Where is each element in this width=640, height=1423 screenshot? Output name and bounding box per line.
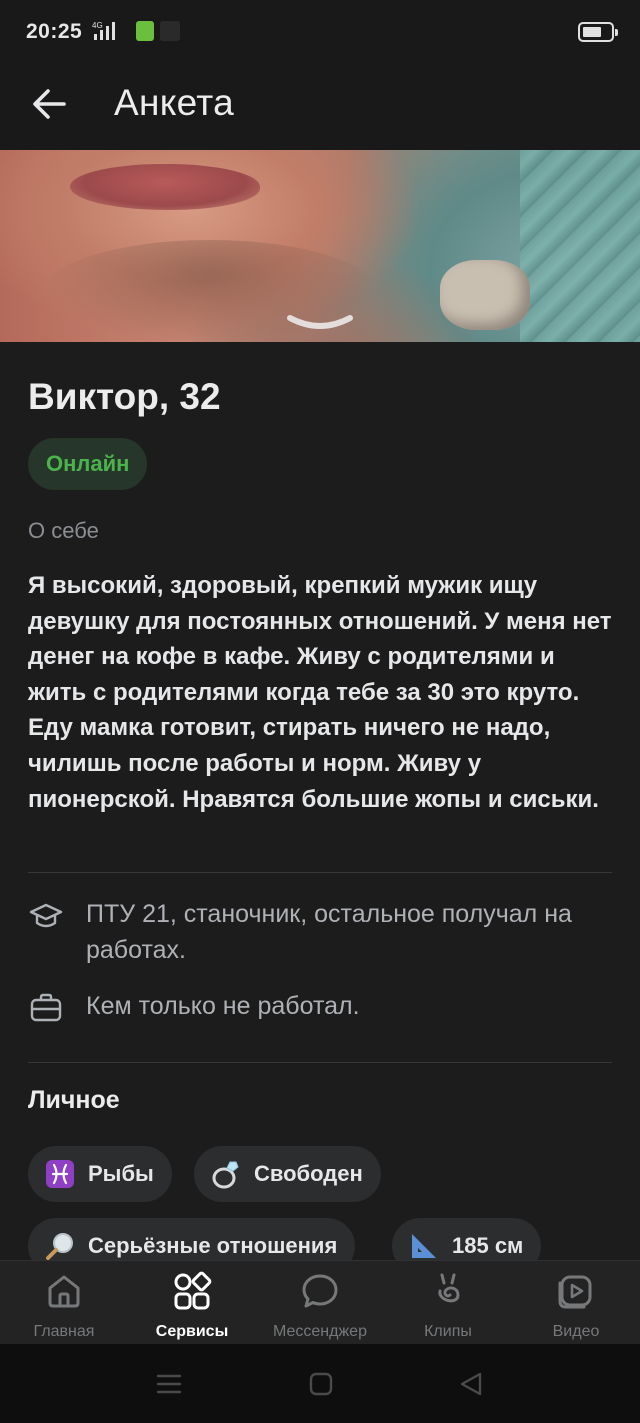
- system-navigation-bar: [0, 1344, 640, 1423]
- chip-relationship-status[interactable]: Свободен: [194, 1146, 381, 1202]
- chip-zodiac[interactable]: Рыбы: [28, 1146, 172, 1202]
- chip-looking-for[interactable]: Серьёзные отношения: [28, 1218, 356, 1260]
- education-text: ПТУ 21, станочник, остальное получал на …: [86, 900, 572, 964]
- photo-collar: [440, 260, 530, 330]
- network-type: 4G: [92, 21, 103, 30]
- magnifier-icon: [44, 1230, 76, 1260]
- home-button-icon[interactable]: [306, 1370, 336, 1398]
- about-label: О себе: [28, 518, 99, 543]
- signal-icon: 4G: [92, 21, 115, 40]
- page-title: Анкета: [114, 82, 234, 123]
- tab-home[interactable]: Главная: [0, 1261, 128, 1345]
- divider: [28, 872, 612, 873]
- tab-label: Сервисы: [155, 1323, 229, 1340]
- app-header: Анкета: [0, 64, 640, 150]
- pisces-icon: [44, 1158, 76, 1190]
- notification-app-icon: [160, 21, 180, 41]
- tab-video[interactable]: Видео: [512, 1261, 640, 1345]
- chip-label: Рыбы: [88, 1161, 154, 1186]
- graduation-cap-icon: [29, 903, 63, 928]
- tab-clips[interactable]: Клипы: [384, 1261, 512, 1345]
- tab-messenger[interactable]: Мессенджер: [256, 1261, 384, 1345]
- bottom-tab-bar: Главная Сервисы Мессенджер Клипы Видео: [0, 1260, 640, 1344]
- home-icon: [48, 1275, 80, 1308]
- section-title-personal: Личное: [28, 1086, 120, 1114]
- profile-photo[interactable]: [0, 150, 640, 342]
- tab-label: Главная: [33, 1323, 95, 1340]
- services-grid-icon: [174, 1271, 212, 1310]
- chip-label: Серьёзные отношения: [88, 1233, 338, 1258]
- clips-icon: [438, 1273, 460, 1303]
- battery-icon: [578, 22, 618, 42]
- work-text: Кем только не работал.: [86, 992, 360, 1020]
- tab-label: Видео: [552, 1323, 600, 1340]
- chip-height[interactable]: 185 см: [392, 1218, 542, 1260]
- menu-icon[interactable]: [154, 1370, 184, 1398]
- tab-services[interactable]: Сервисы: [128, 1261, 256, 1345]
- notification-app-icon: [136, 21, 154, 41]
- profile-name: Виктор, 32: [28, 376, 221, 417]
- ring-icon: [210, 1158, 242, 1190]
- tab-label: Клипы: [424, 1323, 472, 1340]
- chevron-down-icon[interactable]: [286, 312, 354, 332]
- chip-label: Свободен: [254, 1161, 363, 1186]
- video-icon: [558, 1275, 592, 1309]
- chip-label: 185 см: [452, 1233, 524, 1258]
- chat-bubble-icon: [302, 1274, 338, 1308]
- back-triangle-icon[interactable]: [456, 1370, 486, 1398]
- divider: [28, 1062, 612, 1063]
- status-bar: 20:25 4G: [0, 0, 640, 64]
- briefcase-icon: [30, 993, 62, 1022]
- photo-lips: [70, 164, 260, 210]
- ruler-triangle-icon: [408, 1230, 440, 1260]
- online-status-badge: Онлайн: [28, 438, 148, 490]
- photo-background: [520, 150, 640, 342]
- status-time: 20:25: [26, 20, 83, 43]
- tab-label: Мессенджер: [273, 1323, 367, 1340]
- personal-chips: Рыбы Свободен Серьёзные отношения 185 см: [0, 1140, 640, 1260]
- about-text: Я высокий, здоровый, крепкий мужик ищу д…: [28, 572, 612, 813]
- back-arrow-icon[interactable]: [24, 78, 76, 130]
